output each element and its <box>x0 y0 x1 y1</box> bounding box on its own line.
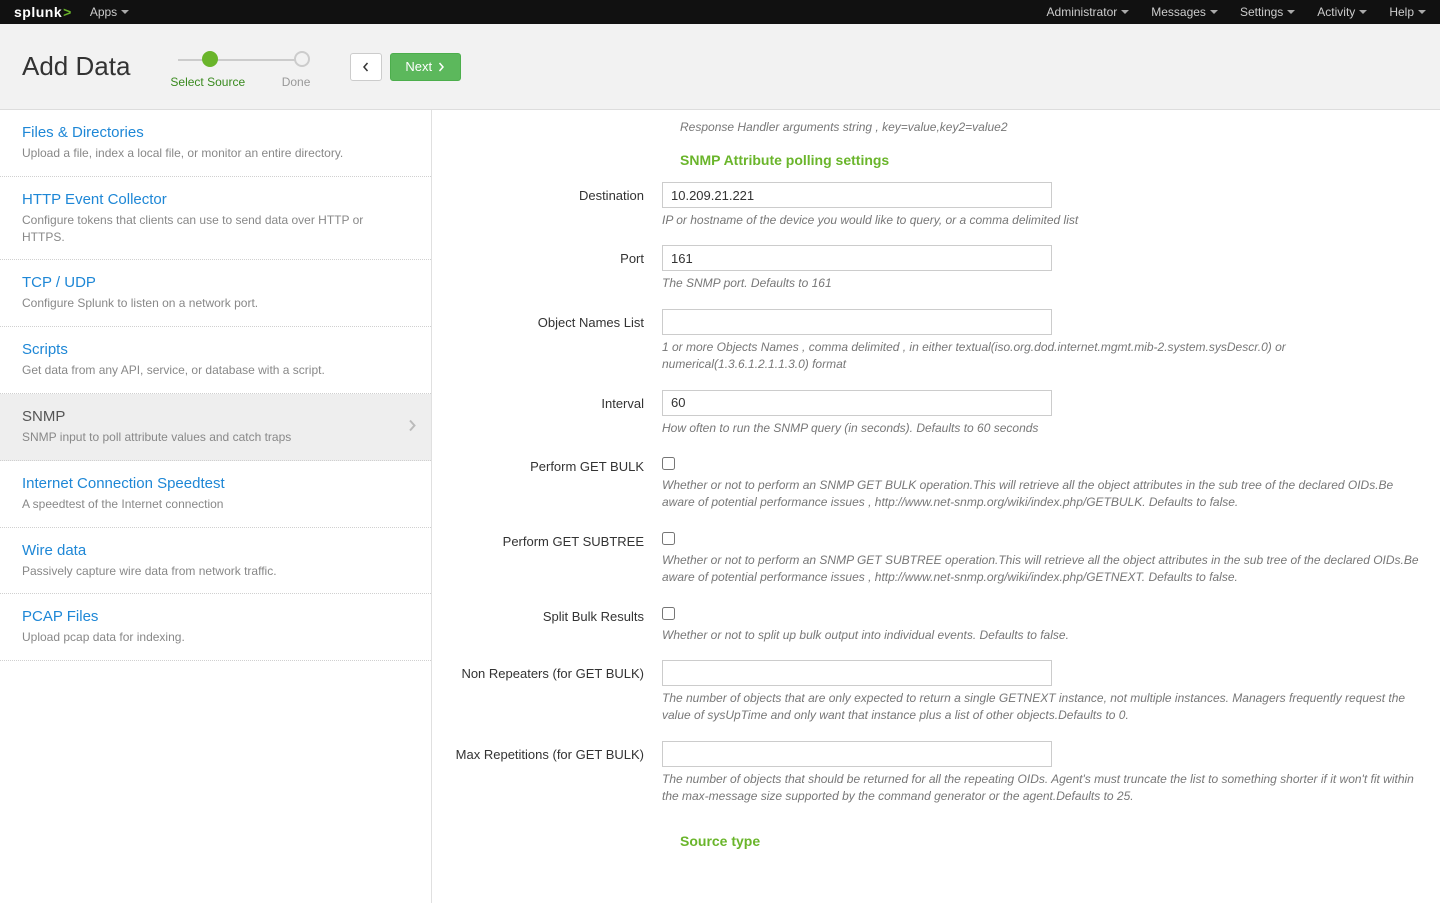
non-repeaters-input[interactable] <box>662 660 1052 686</box>
get-subtree-checkbox[interactable] <box>662 532 675 545</box>
caret-down-icon <box>1359 10 1367 14</box>
wizard-node-select-source <box>202 51 218 67</box>
sidebar-item-desc: SNMP input to poll attribute values and … <box>22 429 409 446</box>
caret-down-icon <box>1121 10 1129 14</box>
sidebar-item-title: Scripts <box>22 341 409 358</box>
row-object-names: Object Names List 1 or more Objects Name… <box>452 309 1420 384</box>
chevron-right-icon <box>436 62 446 72</box>
port-label: Port <box>452 245 662 266</box>
sidebar-item-title: Files & Directories <box>22 124 409 141</box>
sidebar-item-pcap-files[interactable]: PCAP Files Upload pcap data for indexing… <box>0 594 431 661</box>
wizard-node-done <box>294 51 310 67</box>
main-content: Files & Directories Upload a file, index… <box>0 110 1440 903</box>
interval-input[interactable] <box>662 390 1052 416</box>
caret-down-icon <box>1418 10 1426 14</box>
logo[interactable]: splunk> <box>14 4 72 20</box>
sidebar-item-scripts[interactable]: Scripts Get data from any API, service, … <box>0 327 431 394</box>
sidebar-item-tcp-udp[interactable]: TCP / UDP Configure Splunk to listen on … <box>0 260 431 327</box>
non-repeaters-help: The number of objects that are only expe… <box>662 690 1420 725</box>
sidebar-item-desc: Passively capture wire data from network… <box>22 563 409 580</box>
port-input[interactable] <box>662 245 1052 271</box>
row-max-reps: Max Repetitions (for GET BULK) The numbe… <box>452 741 1420 816</box>
split-bulk-checkbox[interactable] <box>662 607 675 620</box>
topbar: splunk> Apps Administrator Messages Sett… <box>0 0 1440 24</box>
apps-menu[interactable]: Apps <box>90 5 129 19</box>
sidebar-item-title: HTTP Event Collector <box>22 191 409 208</box>
sidebar-item-desc: Upload a file, index a local file, or mo… <box>22 145 409 162</box>
get-bulk-checkbox[interactable] <box>662 457 675 470</box>
get-bulk-label: Perform GET BULK <box>452 453 662 474</box>
topbar-right: Administrator Messages Settings Activity… <box>1047 5 1426 19</box>
wizard-label-select-source: Select Source <box>170 75 245 89</box>
sidebar-item-desc: Upload pcap data for indexing. <box>22 629 409 646</box>
get-subtree-label: Perform GET SUBTREE <box>452 528 662 549</box>
wizard-label-done: Done <box>282 75 311 89</box>
caret-down-icon <box>121 10 129 14</box>
caret-down-icon <box>1287 10 1295 14</box>
max-reps-help: The number of objects that should be ret… <box>662 771 1420 806</box>
get-bulk-help: Whether or not to perform an SNMP GET BU… <box>662 477 1420 512</box>
help-menu[interactable]: Help <box>1389 5 1426 19</box>
back-button[interactable] <box>350 53 382 81</box>
form-area: Response Handler arguments string , key=… <box>432 110 1440 903</box>
sidebar-item-title: Internet Connection Speedtest <box>22 475 409 492</box>
sidebar-item-title: PCAP Files <box>22 608 409 625</box>
split-bulk-help: Whether or not to split up bulk output i… <box>662 627 1420 644</box>
sidebar: Files & Directories Upload a file, index… <box>0 110 432 903</box>
split-bulk-label: Split Bulk Results <box>452 603 662 624</box>
sidebar-item-desc: Configure tokens that clients can use to… <box>22 212 409 246</box>
row-non-repeaters: Non Repeaters (for GET BULK) The number … <box>452 660 1420 735</box>
section-polling-settings: SNMP Attribute polling settings <box>680 152 1420 168</box>
sidebar-item-http-event-collector[interactable]: HTTP Event Collector Configure tokens th… <box>0 177 431 261</box>
sidebar-item-files-directories[interactable]: Files & Directories Upload a file, index… <box>0 110 431 177</box>
sidebar-item-snmp[interactable]: SNMP SNMP input to poll attribute values… <box>0 394 431 461</box>
sidebar-item-title: TCP / UDP <box>22 274 409 291</box>
row-split-bulk: Split Bulk Results Whether or not to spl… <box>452 603 1420 654</box>
caret-down-icon <box>1210 10 1218 14</box>
sidebar-item-desc: Configure Splunk to listen on a network … <box>22 295 409 312</box>
header-buttons: Next <box>350 53 461 81</box>
wizard-steps: Select Source Done <box>170 45 310 89</box>
page-title: Add Data <box>22 51 130 82</box>
get-subtree-help: Whether or not to perform an SNMP GET SU… <box>662 552 1420 587</box>
row-interval: Interval How often to run the SNMP query… <box>452 390 1420 447</box>
topbar-left: splunk> Apps <box>14 4 129 20</box>
messages-menu[interactable]: Messages <box>1151 5 1218 19</box>
row-get-subtree: Perform GET SUBTREE Whether or not to pe… <box>452 528 1420 597</box>
administrator-menu[interactable]: Administrator <box>1047 5 1130 19</box>
row-get-bulk: Perform GET BULK Whether or not to perfo… <box>452 453 1420 522</box>
settings-menu[interactable]: Settings <box>1240 5 1295 19</box>
non-repeaters-label: Non Repeaters (for GET BULK) <box>452 660 662 681</box>
interval-label: Interval <box>452 390 662 411</box>
page-header: Add Data Select Source Done Next <box>0 24 1440 110</box>
object-names-label: Object Names List <box>452 309 662 330</box>
interval-help: How often to run the SNMP query (in seco… <box>662 420 1420 437</box>
row-port: Port The SNMP port. Defaults to 161 <box>452 245 1420 302</box>
section-source-type: Source type <box>680 833 1420 849</box>
object-names-help: 1 or more Objects Names , comma delimite… <box>662 339 1420 374</box>
destination-help: IP or hostname of the device you would l… <box>662 212 1420 229</box>
sidebar-item-title: Wire data <box>22 542 409 559</box>
response-handler-args-help: Response Handler arguments string , key=… <box>680 120 1420 134</box>
sidebar-item-wire-data[interactable]: Wire data Passively capture wire data fr… <box>0 528 431 595</box>
sidebar-item-desc: A speedtest of the Internet connection <box>22 496 409 513</box>
activity-menu[interactable]: Activity <box>1317 5 1367 19</box>
destination-label: Destination <box>452 182 662 203</box>
row-destination: Destination IP or hostname of the device… <box>452 182 1420 239</box>
chevron-left-icon <box>361 62 371 72</box>
next-button[interactable]: Next <box>390 53 461 81</box>
sidebar-item-desc: Get data from any API, service, or datab… <box>22 362 409 379</box>
port-help: The SNMP port. Defaults to 161 <box>662 275 1420 292</box>
sidebar-item-internet-speedtest[interactable]: Internet Connection Speedtest A speedtes… <box>0 461 431 528</box>
max-reps-label: Max Repetitions (for GET BULK) <box>452 741 662 762</box>
chevron-right-icon <box>407 418 417 435</box>
sidebar-item-title: SNMP <box>22 408 409 425</box>
object-names-input[interactable] <box>662 309 1052 335</box>
max-reps-input[interactable] <box>662 741 1052 767</box>
destination-input[interactable] <box>662 182 1052 208</box>
